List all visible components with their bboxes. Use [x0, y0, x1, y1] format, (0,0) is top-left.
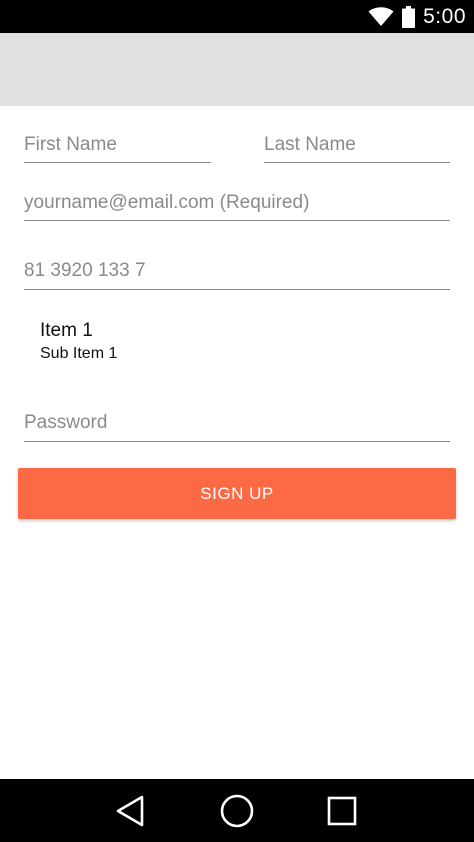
status-time: 5:00: [423, 4, 466, 28]
status-bar: 5:00: [0, 0, 474, 33]
home-icon: [220, 794, 254, 827]
list-item[interactable]: Item 1 Sub Item 1: [40, 320, 440, 364]
recents-icon: [327, 796, 357, 825]
battery-icon: [402, 5, 416, 28]
back-icon: [116, 795, 144, 826]
wifi-icon: [368, 6, 394, 26]
navigation-bar: [0, 779, 474, 842]
app-bar: [0, 33, 474, 106]
recents-button[interactable]: [302, 779, 382, 842]
phone-input[interactable]: [24, 253, 450, 290]
last-name-input[interactable]: [264, 127, 450, 163]
password-input[interactable]: [24, 405, 450, 442]
list-item-subtitle: Sub Item 1: [40, 345, 118, 362]
first-name-input[interactable]: [24, 127, 211, 163]
home-button[interactable]: [197, 779, 277, 842]
status-icons: 5:00: [368, 0, 466, 33]
list-item-title: Item 1: [40, 320, 93, 341]
signup-button[interactable]: SIGN UP: [18, 468, 456, 519]
back-button[interactable]: [90, 779, 170, 842]
email-input[interactable]: [24, 185, 450, 221]
